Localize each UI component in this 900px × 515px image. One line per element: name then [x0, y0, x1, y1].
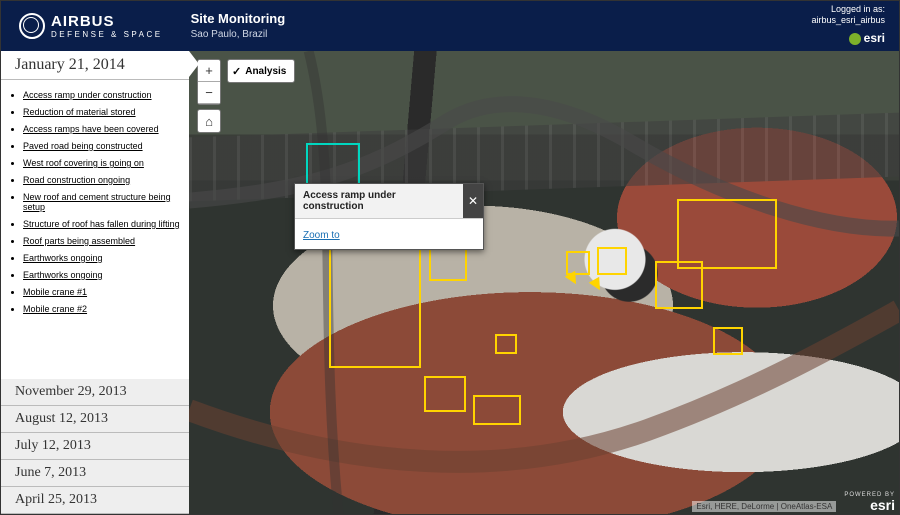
brand-sub: DEFENSE & SPACE [51, 31, 163, 39]
observation-link[interactable]: Reduction of material stored [23, 107, 136, 117]
observation-link[interactable]: Road construction ongoing [23, 175, 130, 185]
date-item[interactable]: July 12, 2013 [1, 433, 189, 460]
app-title: Site Monitoring [191, 11, 286, 27]
observation-link[interactable]: New roof and cement structure being setu… [23, 192, 171, 212]
observation-item: Access ramp under construction [23, 90, 181, 100]
header-user-block: Logged in as: airbus_esri_airbus esri [811, 4, 885, 49]
annotation-box[interactable] [597, 247, 627, 275]
observation-item: West roof covering is going on [23, 158, 181, 168]
popup-zoom-link[interactable]: Zoom to [303, 230, 340, 241]
body: January 21, 2014 Access ramp under const… [1, 51, 899, 514]
zoom-in-button[interactable]: + [198, 60, 220, 82]
attribution-sources: Esri, HERE, DeLorme | OneAtlas‑ESA [692, 501, 836, 512]
observation-link[interactable]: Earthworks ongoing [23, 270, 103, 280]
observation-link[interactable]: Structure of roof has fallen during lift… [23, 219, 180, 229]
date-item[interactable]: November 29, 2013 [1, 379, 189, 406]
date-item[interactable]: August 12, 2013 [1, 406, 189, 433]
observation-item: Earthworks ongoing [23, 270, 181, 280]
observation-link[interactable]: Earthworks ongoing [23, 253, 103, 263]
observation-item: Structure of roof has fallen during lift… [23, 219, 181, 229]
annotation-box[interactable] [495, 334, 517, 354]
zoom-control: + − [197, 59, 221, 105]
observation-link[interactable]: Access ramp under construction [23, 90, 152, 100]
home-button[interactable]: ⌂ [197, 109, 221, 133]
annotation-box[interactable] [329, 246, 421, 368]
annotation-box[interactable] [677, 199, 777, 269]
close-icon: ✕ [468, 194, 478, 208]
date-item-active[interactable]: January 21, 2014 [1, 51, 189, 80]
airbus-ring-icon [19, 13, 45, 39]
observation-link[interactable]: Roof parts being assembled [23, 236, 135, 246]
powered-by: POWERED BY esri [844, 492, 895, 512]
sidebar: January 21, 2014 Access ramp under const… [1, 51, 189, 514]
globe-icon [849, 33, 861, 45]
popup-title: Access ramp under construction [295, 184, 463, 218]
annotation-box[interactable] [473, 395, 521, 425]
map-attribution: Esri, HERE, DeLorme | OneAtlas‑ESA POWER… [692, 492, 895, 512]
app-subtitle: Sao Paulo, Brazil [191, 29, 286, 41]
observation-list: Access ramp under construction Reduction … [1, 80, 189, 379]
road-overlay-icon [189, 51, 899, 514]
popup-close-button[interactable]: ✕ [463, 184, 483, 218]
check-icon: ✓ [232, 65, 241, 78]
header-bar: AIRBUS DEFENSE & SPACE Site Monitoring S… [1, 1, 899, 51]
satellite-imagery [189, 51, 899, 514]
annotation-box[interactable] [566, 251, 590, 275]
observation-link[interactable]: Paved road being constructed [23, 141, 143, 151]
header-esri-logo: esri [811, 31, 885, 48]
date-item[interactable]: June 7, 2013 [1, 460, 189, 487]
observation-item: Paved road being constructed [23, 141, 181, 151]
home-icon: ⌂ [205, 114, 213, 129]
observation-item: Access ramps have been covered [23, 124, 181, 134]
observation-item: Road construction ongoing [23, 175, 181, 185]
login-user: airbus_esri_airbus [811, 15, 885, 27]
brand-main: AIRBUS [51, 14, 163, 29]
app-root: AIRBUS DEFENSE & SPACE Site Monitoring S… [0, 0, 900, 515]
annotation-box[interactable] [713, 327, 743, 355]
observation-item: Mobile crane #2 [23, 304, 181, 314]
header-title-block: Site Monitoring Sao Paulo, Brazil [191, 11, 286, 41]
zoom-out-button[interactable]: − [198, 82, 220, 104]
observation-item: Earthworks ongoing [23, 253, 181, 263]
brand-logo: AIRBUS DEFENSE & SPACE [19, 13, 163, 39]
analysis-label: Analysis [245, 66, 286, 77]
map-viewport[interactable]: + − ⌂ ✓ Analysis Access ramp under const… [189, 51, 899, 514]
login-label: Logged in as: [811, 4, 885, 16]
observation-item: Reduction of material stored [23, 107, 181, 117]
annotation-box[interactable] [424, 376, 466, 412]
observation-item: Mobile crane #1 [23, 287, 181, 297]
observation-link[interactable]: Mobile crane #1 [23, 287, 87, 297]
date-item[interactable]: April 25, 2013 [1, 487, 189, 514]
observation-link[interactable]: Access ramps have been covered [23, 124, 159, 134]
observation-link[interactable]: Mobile crane #2 [23, 304, 87, 314]
observation-item: Roof parts being assembled [23, 236, 181, 246]
observation-item: New roof and cement structure being setu… [23, 192, 181, 212]
observation-link[interactable]: West roof covering is going on [23, 158, 144, 168]
map-controls: + − ⌂ ✓ Analysis [197, 59, 295, 133]
feature-popup: Access ramp under construction ✕ Zoom to [294, 183, 484, 250]
analysis-toggle[interactable]: ✓ Analysis [227, 59, 295, 83]
